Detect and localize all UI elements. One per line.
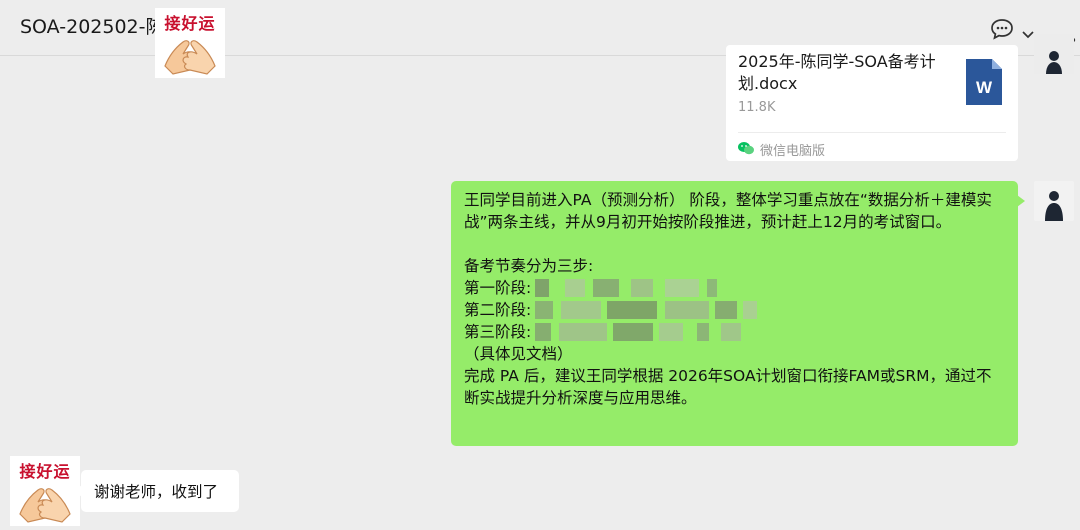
wechat-small-icon <box>738 140 754 159</box>
chat-bubble-icon[interactable] <box>990 18 1014 44</box>
redacted-block <box>535 279 735 297</box>
file-name: 2025年-陈同学-SOA备考计划.docx <box>738 52 936 93</box>
stage-2-label: 第二阶段: <box>464 301 532 319</box>
chat-title: SOA-202502-陈 <box>20 16 165 38</box>
stage-1-label: 第一阶段: <box>464 279 532 297</box>
file-source-label: 微信电脑版 <box>760 144 826 159</box>
rhythm-title: 备考节奏分为三步: <box>464 257 594 275</box>
sticker-good-luck-avatar[interactable]: 接好运 <box>10 456 80 526</box>
reply-text: 谢谢老师，收到了 <box>94 483 219 501</box>
word-doc-icon: W <box>966 59 1002 109</box>
plan-conclusion-text: 完成 PA 后，建议王同学根据 2026年SOA计划窗口衔接FAM或SRM，通过… <box>464 367 992 407</box>
svg-text:W: W <box>976 78 993 97</box>
message-plan-bubble[interactable]: 王同学目前进入PA（预测分析） 阶段，整体学习重点放在“数据分析＋建模实战”两条… <box>451 181 1025 446</box>
plan-intro-text: 王同学目前进入PA（预测分析） 阶段，整体学习重点放在“数据分析＋建模实战”两条… <box>464 191 992 231</box>
praying-hands-icon <box>164 40 216 75</box>
see-doc-note: （具体见文档） <box>464 345 573 363</box>
avatar-self[interactable] <box>1034 181 1074 221</box>
file-message-card[interactable]: 2025年-陈同学-SOA备考计划.docx 11.8K W 微信电脑版 <box>726 45 1018 161</box>
file-card-divider <box>738 132 1006 133</box>
chevron-down-icon[interactable] <box>1022 24 1034 43</box>
stage-3-label: 第三阶段: <box>464 323 532 341</box>
praying-hands-icon <box>19 488 71 523</box>
avatar-self-top[interactable] <box>1034 34 1074 74</box>
stage-1-row: 第一阶段: <box>464 277 1006 299</box>
stage-3-row: 第三阶段: <box>464 321 1006 343</box>
redacted-block <box>535 323 755 341</box>
sticker-good-luck-top[interactable]: 接好运 <box>155 8 225 78</box>
reply-bubble[interactable]: 谢谢老师，收到了 <box>74 470 239 512</box>
stage-2-row: 第二阶段: <box>464 299 1006 321</box>
redacted-block <box>535 301 765 319</box>
file-size: 11.8K <box>738 100 776 115</box>
